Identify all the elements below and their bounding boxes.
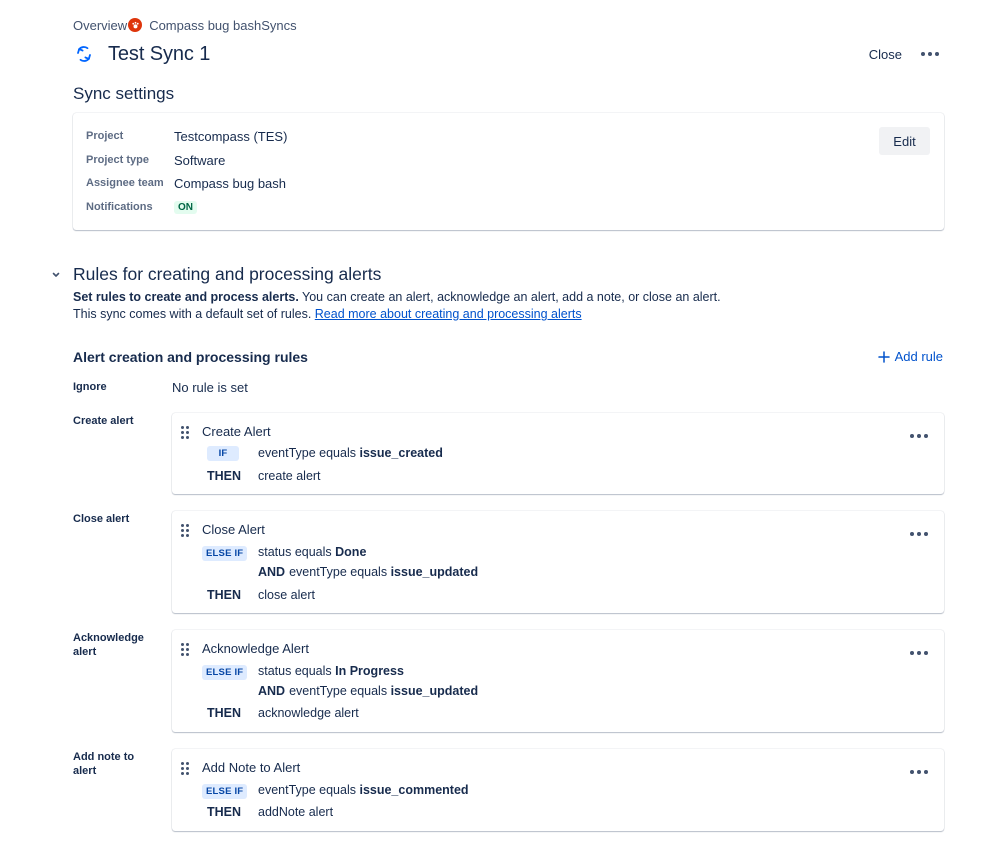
more-icon[interactable] (910, 770, 928, 774)
rule-action: THEN addNote alert (202, 803, 333, 821)
ignore-value: No rule is set (172, 380, 248, 395)
rule-condition: ELSE IF status equals Done (202, 543, 366, 561)
rule-condition-and: AND eventType equals issue_updated (202, 682, 478, 700)
rules-section-header[interactable]: Rules for creating and processing alerts (50, 264, 381, 285)
setting-row-notifications: Notifications ON (86, 198, 197, 216)
status-badge: ON (174, 200, 197, 214)
rules-section-title: Rules for creating and processing alerts (73, 264, 382, 284)
rule-condition-and: AND eventType equals issue_updated (202, 563, 478, 581)
close-button[interactable]: Close (869, 47, 902, 62)
condition-value: issue_created (359, 446, 443, 460)
drag-handle-icon[interactable] (181, 643, 189, 656)
condition-field: status equals (258, 545, 336, 559)
rules-desc-line2: This sync comes with a default set of ru… (73, 307, 315, 321)
breadcrumb-syncs[interactable]: Syncs (261, 18, 296, 33)
condition-field: status equals (258, 664, 336, 678)
setting-value: Software (174, 152, 226, 168)
rule-action: THEN acknowledge alert (202, 704, 359, 722)
condition-value: Done (335, 545, 367, 559)
page-title: Test Sync 1 (108, 42, 211, 65)
setting-label: Notifications (86, 201, 153, 213)
setting-label: Project (86, 130, 124, 142)
rule-action: THEN close alert (202, 586, 315, 604)
then-label: THEN (207, 588, 242, 602)
rule-label-acknowledge-alert: Acknowledge alert (73, 632, 144, 658)
rule-condition: ELSE IF eventType equals issue_commented (202, 781, 469, 799)
rule-label-add-note: Add note to alert (73, 751, 135, 777)
sync-settings-title: Sync settings (73, 84, 175, 103)
rules-description: Set rules to create and process alerts. … (73, 289, 721, 323)
rule-label-create-alert: Create alert (73, 415, 134, 427)
page-header: Test Sync 1 Close (73, 40, 943, 68)
action-value: close alert (258, 588, 315, 602)
drag-handle-icon[interactable] (181, 426, 189, 439)
setting-value: Testcompass (TES) (174, 128, 288, 144)
condition-field: eventType equals (258, 446, 360, 460)
add-rule-button[interactable]: Add rule (877, 349, 943, 364)
action-value: create alert (258, 469, 321, 483)
rules-desc-bold: Set rules to create and process alerts. (73, 290, 299, 304)
rule-card-create-alert[interactable]: Create Alert IF eventType equals issue_c… (172, 413, 944, 494)
rule-name: Acknowledge Alert (202, 641, 309, 656)
plus-icon (877, 350, 890, 363)
drag-handle-icon[interactable] (181, 524, 189, 537)
read-more-link[interactable]: Read more about creating and processing … (315, 307, 582, 321)
team-logo-icon (128, 18, 143, 32)
setting-value: Compass bug bash (174, 175, 287, 191)
sync-icon (74, 44, 94, 64)
setting-label: Project type (86, 154, 149, 166)
rules-list-title: Alert creation and processing rules (73, 349, 308, 365)
rule-action: THEN create alert (202, 467, 321, 485)
action-value: addNote alert (258, 805, 334, 819)
and-label: AND (258, 565, 286, 579)
more-icon[interactable] (910, 532, 928, 536)
ignore-label: Ignore (73, 381, 107, 393)
chevron-down-icon[interactable] (50, 269, 62, 281)
action-value: acknowledge alert (258, 706, 359, 720)
rule-card-acknowledge-alert[interactable]: Acknowledge Alert ELSE IF status equals … (172, 630, 944, 732)
more-icon[interactable] (910, 434, 928, 438)
then-label: THEN (207, 469, 242, 483)
else-if-badge: ELSE IF (202, 546, 248, 561)
setting-row-assignee-team: Assignee team Compass bug bash (86, 174, 286, 192)
condition-value: In Progress (335, 664, 404, 678)
rule-condition: IF eventType equals issue_created (202, 444, 443, 462)
then-label: THEN (207, 706, 242, 720)
more-icon[interactable] (921, 50, 943, 58)
else-if-badge: ELSE IF (202, 784, 248, 799)
setting-label: Assignee team (86, 177, 164, 189)
breadcrumb: Overview Compass bug bash Syncs (73, 17, 297, 33)
condition-value: issue_commented (359, 783, 469, 797)
rule-card-add-note[interactable]: Add Note to Alert ELSE IF eventType equa… (172, 749, 944, 831)
header-actions: Close (869, 47, 943, 62)
rules-desc-rest: You can create an alert, acknowledge an … (298, 290, 721, 304)
setting-row-project-type: Project type Software (86, 151, 225, 169)
else-if-badge: ELSE IF (202, 665, 248, 680)
edit-button[interactable]: Edit (879, 127, 930, 155)
rule-name: Create Alert (202, 424, 271, 439)
condition-value: issue_updated (390, 684, 479, 698)
setting-row-project: Project Testcompass (TES) (86, 127, 287, 145)
rule-name: Add Note to Alert (202, 760, 301, 775)
more-icon[interactable] (910, 651, 928, 655)
condition-field: eventType equals (289, 684, 391, 698)
and-label: AND (258, 684, 286, 698)
condition-value: issue_updated (390, 565, 479, 579)
breadcrumb-overview[interactable]: Overview (73, 18, 127, 33)
then-label: THEN (207, 805, 242, 819)
condition-field: eventType equals (258, 783, 360, 797)
drag-handle-icon[interactable] (181, 762, 189, 775)
breadcrumb-team[interactable]: Compass bug bash (149, 18, 261, 33)
if-badge: IF (206, 445, 240, 461)
rule-label-close-alert: Close alert (73, 513, 130, 525)
condition-field: eventType equals (289, 565, 391, 579)
rule-name: Close Alert (202, 522, 265, 537)
add-rule-label: Add rule (894, 349, 943, 364)
sync-settings-card: Project Testcompass (TES) Project type S… (73, 113, 944, 230)
rule-card-close-alert[interactable]: Close Alert ELSE IF status equals Done A… (172, 511, 944, 613)
rule-condition: ELSE IF status equals In Progress (202, 662, 404, 680)
